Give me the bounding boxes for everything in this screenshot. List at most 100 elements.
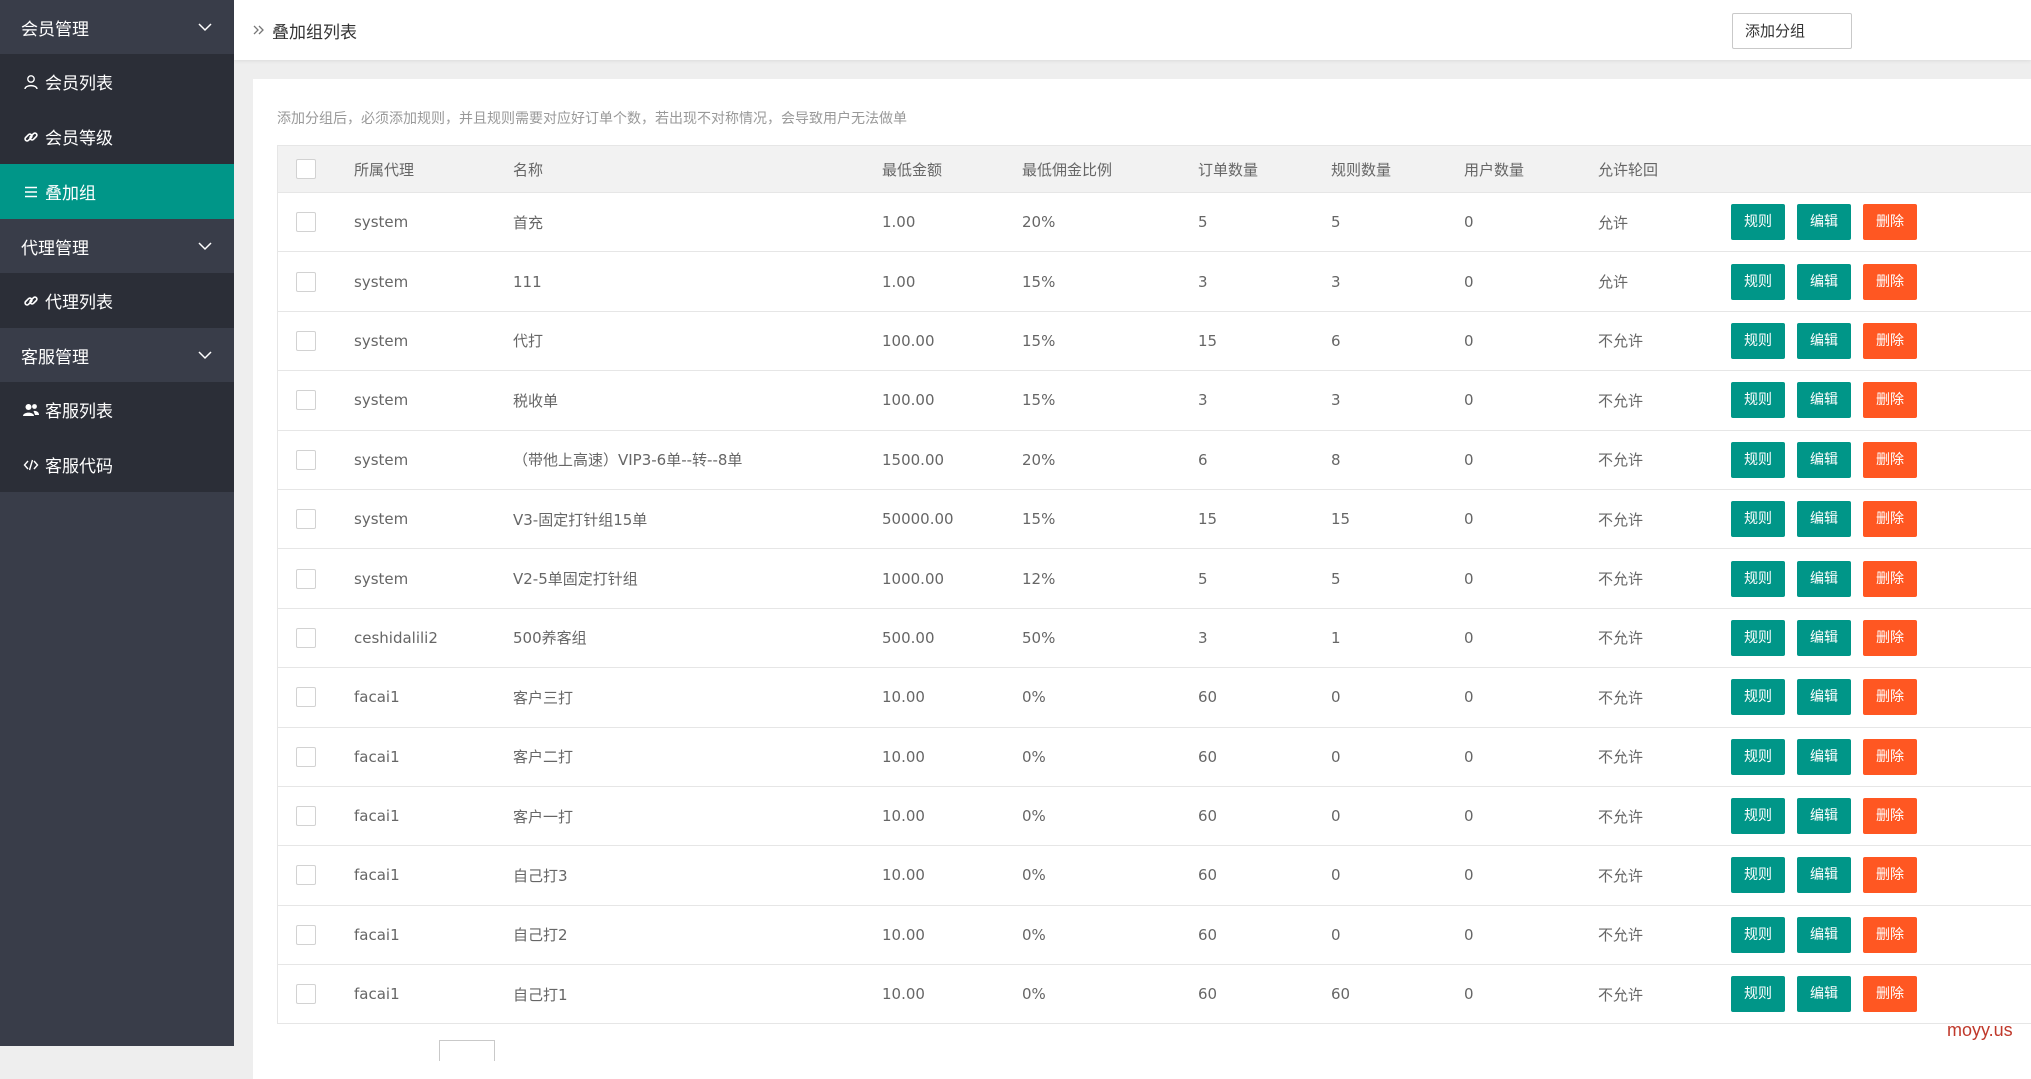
cell-name: 111: [513, 272, 542, 291]
row-checkbox[interactable]: [296, 627, 316, 648]
sidebar-item-0-0[interactable]: 会员列表: [0, 54, 234, 109]
rules-button[interactable]: 规则: [1731, 441, 1785, 478]
cell-allow-cycle: 不允许: [1598, 629, 1644, 648]
cell-min-ratio: 15%: [1022, 391, 1056, 410]
cell-rule-count: 60: [1331, 985, 1351, 1004]
rules-button[interactable]: 规则: [1731, 619, 1785, 656]
cell-order-count: 60: [1198, 985, 1218, 1004]
delete-button[interactable]: 删除: [1863, 441, 1917, 478]
cell-min-amount: 10.00: [882, 807, 925, 826]
delete-button[interactable]: 删除: [1863, 204, 1917, 241]
delete-button[interactable]: 删除: [1863, 916, 1917, 953]
cell-min-ratio: 0%: [1022, 807, 1046, 826]
menu-group-0[interactable]: 会员管理: [0, 0, 234, 54]
cell-rule-count: 6: [1331, 331, 1341, 350]
rules-button[interactable]: 规则: [1731, 322, 1785, 359]
table-row: system V3-固定打针组15单 50000.00 15% 15 15 0 不允许 规则 编辑…: [278, 489, 2031, 550]
delete-button[interactable]: 删除: [1863, 679, 1917, 716]
cell-allow-cycle: 不允许: [1598, 332, 1644, 351]
delete-button[interactable]: 删除: [1863, 619, 1917, 656]
rules-button[interactable]: 规则: [1731, 263, 1785, 300]
page-size-select[interactable]: [439, 1040, 495, 1061]
delete-button[interactable]: 删除: [1863, 798, 1917, 835]
table-row: system 首充 1.00 20% 5 5 0 允许 规则 编辑 删除: [278, 193, 2031, 253]
delete-button[interactable]: 删除: [1863, 976, 1917, 1013]
row-checkbox[interactable]: [296, 271, 316, 292]
edit-button[interactable]: 编辑: [1797, 798, 1851, 835]
delete-button[interactable]: 删除: [1863, 857, 1917, 894]
edit-button[interactable]: 编辑: [1797, 501, 1851, 538]
rules-button[interactable]: 规则: [1731, 916, 1785, 953]
row-checkbox[interactable]: [296, 806, 316, 827]
edit-button[interactable]: 编辑: [1797, 204, 1851, 241]
edit-button[interactable]: 编辑: [1797, 679, 1851, 716]
edit-button[interactable]: 编辑: [1797, 560, 1851, 597]
edit-button[interactable]: 编辑: [1797, 976, 1851, 1013]
sidebar-item-1-0[interactable]: 代理列表: [0, 273, 234, 328]
sidebar-item-2-0[interactable]: 客服列表: [0, 382, 234, 437]
row-checkbox[interactable]: [296, 390, 316, 411]
sidebar-item-0-1[interactable]: 会员等级: [0, 109, 234, 164]
menu-group-label: 代理管理: [21, 238, 89, 259]
row-checkbox[interactable]: [296, 865, 316, 886]
table-header: 所属代理 名称 最低金额 最低佣金比例 订单数量 规则数量 用户数量 允许轮回: [278, 146, 2031, 193]
sidebar-item-0-2[interactable]: 叠加组: [0, 164, 234, 219]
row-checkbox[interactable]: [296, 568, 316, 589]
cell-rule-count: 1: [1331, 628, 1341, 647]
edit-button[interactable]: 编辑: [1797, 857, 1851, 894]
row-checkbox[interactable]: [296, 212, 316, 233]
cell-rule-count: 5: [1331, 213, 1341, 232]
watermark: moyy.us: [1947, 1020, 2013, 1040]
row-checkbox[interactable]: [296, 687, 316, 708]
delete-button[interactable]: 删除: [1863, 322, 1917, 359]
add-group-button[interactable]: 添加分组: [1732, 13, 1852, 49]
cell-min-ratio: 0%: [1022, 688, 1046, 707]
delete-button[interactable]: 删除: [1863, 560, 1917, 597]
content-card: 添加分组后，必须添加规则，并且规则需要对应好订单个数，若出现不对称情况，会导致用…: [253, 79, 2031, 1079]
select-all-checkbox[interactable]: [296, 159, 316, 179]
menu-group-label: 客服管理: [21, 347, 89, 368]
rules-button[interactable]: 规则: [1731, 679, 1785, 716]
rules-button[interactable]: 规则: [1731, 501, 1785, 538]
menu-group-1[interactable]: 代理管理: [0, 219, 234, 273]
edit-button[interactable]: 编辑: [1797, 916, 1851, 953]
rules-button[interactable]: 规则: [1731, 857, 1785, 894]
cell-min-amount: 1.00: [882, 272, 916, 291]
page-title: 叠加组列表: [272, 22, 357, 43]
edit-button[interactable]: 编辑: [1797, 263, 1851, 300]
edit-button[interactable]: 编辑: [1797, 738, 1851, 775]
row-checkbox[interactable]: [296, 330, 316, 351]
row-checkbox[interactable]: [296, 449, 316, 470]
edit-button[interactable]: 编辑: [1797, 441, 1851, 478]
table-row: system 代打 100.00 15% 15 6 0 不允许 规则 编辑 删除: [278, 311, 2031, 372]
rules-button[interactable]: 规则: [1731, 204, 1785, 241]
double-chevron-right-icon: [252, 23, 266, 37]
delete-button[interactable]: 删除: [1863, 738, 1917, 775]
cell-user-count: 0: [1464, 925, 1474, 944]
cell-min-ratio: 20%: [1022, 450, 1056, 469]
sidebar-item-2-1[interactable]: 客服代码: [0, 437, 234, 492]
menu-group-2[interactable]: 客服管理: [0, 328, 234, 382]
rules-button[interactable]: 规则: [1731, 798, 1785, 835]
edit-button[interactable]: 编辑: [1797, 322, 1851, 359]
edit-button[interactable]: 编辑: [1797, 382, 1851, 419]
rules-button[interactable]: 规则: [1731, 738, 1785, 775]
row-checkbox[interactable]: [296, 984, 316, 1005]
delete-button[interactable]: 删除: [1863, 263, 1917, 300]
row-checkbox[interactable]: [296, 746, 316, 767]
col-order-count: 订单数量: [1198, 160, 1259, 179]
row-checkbox[interactable]: [296, 509, 316, 530]
cell-order-count: 3: [1198, 391, 1208, 410]
row-actions: 规则 编辑 删除: [1731, 619, 1951, 656]
rules-button[interactable]: 规则: [1731, 976, 1785, 1013]
cell-user-count: 0: [1464, 807, 1474, 826]
rules-button[interactable]: 规则: [1731, 560, 1785, 597]
sidebar-item-label: 会员列表: [45, 74, 113, 94]
cell-allow-cycle: 不允许: [1598, 570, 1644, 589]
rules-button[interactable]: 规则: [1731, 382, 1785, 419]
delete-button[interactable]: 删除: [1863, 382, 1917, 419]
edit-button[interactable]: 编辑: [1797, 619, 1851, 656]
row-checkbox[interactable]: [296, 924, 316, 945]
cell-order-count: 15: [1198, 510, 1218, 529]
delete-button[interactable]: 删除: [1863, 501, 1917, 538]
